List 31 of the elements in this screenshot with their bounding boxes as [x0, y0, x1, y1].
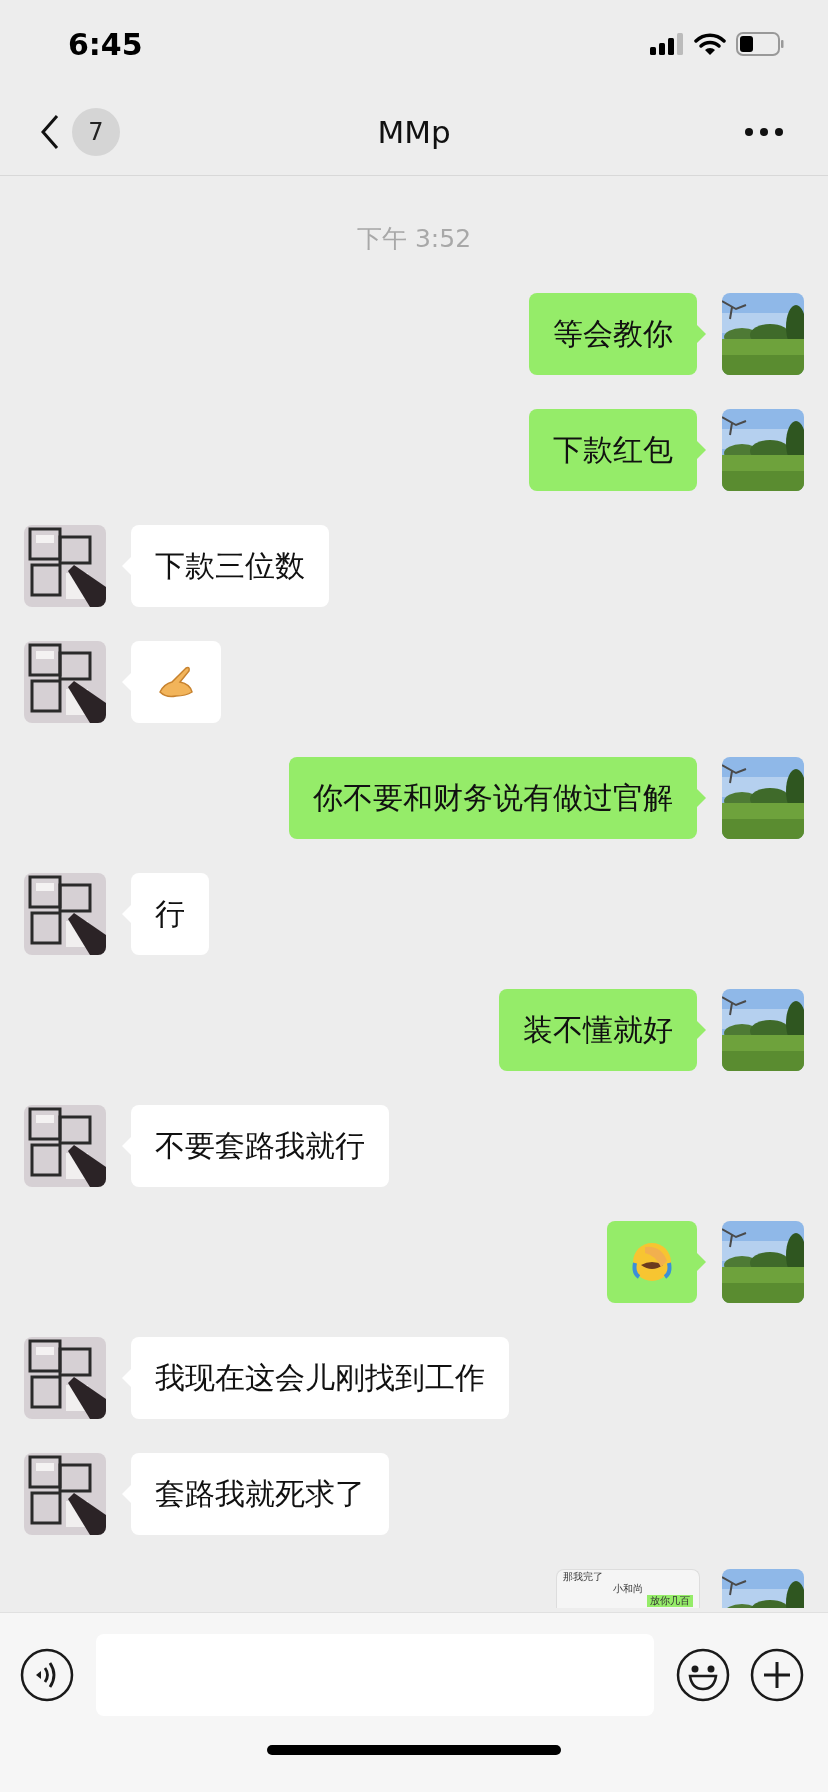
unread-count-badge[interactable]: 7	[72, 107, 120, 156]
message-bubble[interactable]: 下款三位数	[131, 525, 329, 607]
screenshot-title: 小和尚	[613, 1583, 643, 1595]
bubble-tail	[697, 1021, 706, 1039]
wifi-icon	[694, 32, 726, 56]
message-bubble[interactable]: 装不懂就好	[499, 989, 697, 1071]
message-bubble[interactable]: 行	[131, 873, 209, 955]
add-icon[interactable]	[750, 1647, 804, 1702]
message-bubble[interactable]: 套路我就死求了	[131, 1453, 389, 1535]
notification-text: 那我完了	[563, 1571, 604, 1583]
message-bubble[interactable]: 等会教你	[529, 293, 697, 375]
back-icon[interactable]	[40, 113, 60, 150]
bubble-tail	[697, 325, 706, 343]
emoji-icon[interactable]	[676, 1647, 730, 1702]
bubble-tail	[697, 1253, 706, 1271]
status-time: 6:45	[68, 26, 143, 62]
chat-title: MMp	[377, 113, 451, 150]
bubble-tail	[697, 789, 706, 807]
voice-icon[interactable]	[20, 1647, 74, 1702]
facepalm-emoji-icon	[631, 1241, 673, 1283]
message-bubble[interactable]: 我现在这会儿刚找到工作	[131, 1337, 509, 1419]
screenshot-thumbnail[interactable]: 那我完了 小和尚 放你几百	[556, 1569, 700, 1608]
message-bubble[interactable]: 你不要和财务说有做过官解	[289, 757, 697, 839]
signal-icon	[650, 33, 684, 55]
more-icon[interactable]	[744, 126, 784, 137]
message-timestamp: 下午 3:52	[356, 224, 472, 253]
message-bubble: 放你几百	[647, 1595, 693, 1607]
battery-icon	[736, 32, 784, 56]
message-bubble[interactable]: 下款红包	[529, 409, 697, 491]
message-bubble[interactable]: 不要套路我就行	[131, 1105, 389, 1187]
bubble-tail	[697, 441, 706, 459]
